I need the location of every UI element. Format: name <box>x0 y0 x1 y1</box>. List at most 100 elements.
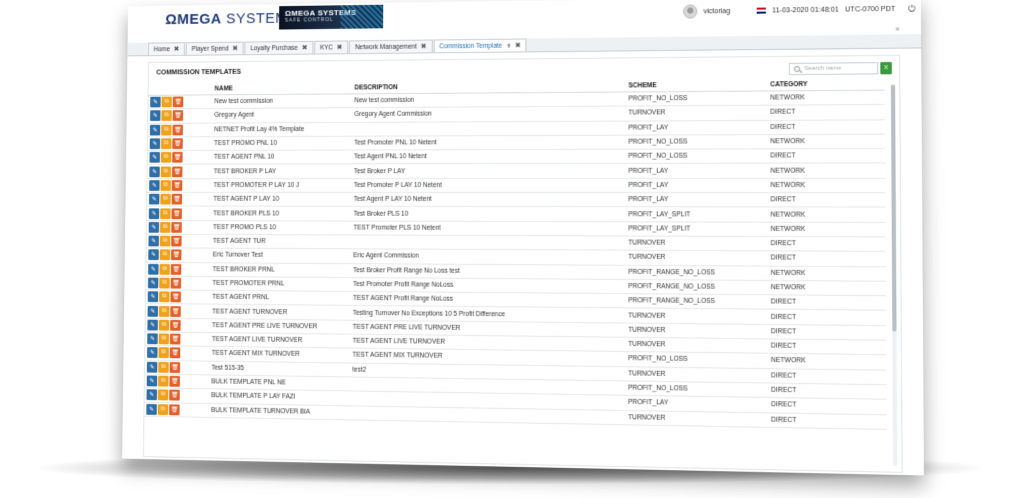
tab-loyalty-purchase[interactable]: Loyalty Purchase ✖ <box>244 40 314 55</box>
table-row[interactable]: ✎ ⧉ 🗑 TEST BROKER P LAY Test Broker P LAY PRO… <box>147 163 886 179</box>
copy-button[interactable]: ⧉ <box>159 249 171 261</box>
tab-close-icon[interactable]: ✖ <box>421 43 427 51</box>
tab-commission-template[interactable]: Commission Template ⇟ ✖ <box>433 38 527 53</box>
table-row[interactable]: ✎ ⧉ 🗑 TEST PROMOTER P LAY 10 J Test Promoter… <box>147 178 886 194</box>
column-header-scheme[interactable]: SCHEME <box>628 81 770 89</box>
delete-button[interactable]: 🗑 <box>172 152 183 163</box>
delete-button[interactable]: 🗑 <box>169 404 180 416</box>
tab-close-icon[interactable]: ✖ <box>302 44 308 52</box>
edit-button[interactable]: ✎ <box>148 249 159 261</box>
copy-button[interactable]: ⧉ <box>159 263 170 275</box>
edit-button[interactable]: ✎ <box>150 110 161 122</box>
search-box[interactable] <box>788 62 879 76</box>
edit-button[interactable]: ✎ <box>148 235 159 247</box>
copy-button[interactable]: ⧉ <box>158 347 169 359</box>
username[interactable]: victoriag <box>703 8 730 15</box>
delete-button[interactable]: 🗑 <box>169 361 181 373</box>
tab-close-icon[interactable]: ✖ <box>337 43 343 51</box>
delete-button[interactable]: 🗑 <box>169 347 181 359</box>
edit-button[interactable]: ✎ <box>148 207 160 219</box>
edit-button[interactable]: ✎ <box>146 403 157 415</box>
delete-button[interactable]: 🗑 <box>172 138 183 150</box>
delete-button[interactable]: 🗑 <box>171 221 182 233</box>
export-excel-button[interactable]: X <box>880 62 892 75</box>
copy-button[interactable]: ⧉ <box>160 138 172 150</box>
delete-button[interactable]: 🗑 <box>171 180 183 191</box>
power-icon[interactable]: ⏻ <box>908 3 916 14</box>
edit-button[interactable]: ✎ <box>146 389 158 401</box>
copy-button[interactable]: ⧉ <box>158 319 170 331</box>
delete-button[interactable]: 🗑 <box>169 375 180 387</box>
copy-button[interactable]: ⧉ <box>160 207 171 219</box>
copy-button[interactable]: ⧉ <box>159 291 170 303</box>
copy-button[interactable]: ⧉ <box>159 235 171 247</box>
column-header-name[interactable]: NAME <box>186 85 354 93</box>
delete-button[interactable]: 🗑 <box>170 305 181 317</box>
uk-flag-icon[interactable] <box>756 7 767 14</box>
delete-button[interactable]: 🗑 <box>170 291 181 303</box>
delete-button[interactable]: 🗑 <box>172 124 183 136</box>
edit-button[interactable]: ✎ <box>147 347 158 359</box>
delete-button[interactable]: 🗑 <box>170 319 181 331</box>
tab-kyc[interactable]: KYC ✖ <box>314 40 349 54</box>
column-header-category[interactable]: CATEGORY <box>770 81 874 88</box>
copy-button[interactable]: ⧉ <box>158 361 169 373</box>
copy-button[interactable]: ⧉ <box>160 193 171 205</box>
edit-button[interactable]: ✎ <box>147 333 158 345</box>
table-row[interactable]: ✎ ⧉ 🗑 TEST AGENT PNL 10 Test Agent PNL 10 Ne… <box>147 149 886 166</box>
edit-button[interactable]: ✎ <box>150 96 161 108</box>
copy-button[interactable]: ⧉ <box>158 305 170 317</box>
delete-button[interactable]: 🗑 <box>169 333 181 345</box>
tab-close-icon[interactable]: ✖ <box>515 42 521 50</box>
delete-button[interactable]: 🗑 <box>171 235 182 247</box>
edit-button[interactable]: ✎ <box>149 166 160 177</box>
copy-button[interactable]: ⧉ <box>159 277 170 289</box>
copy-button[interactable]: ⧉ <box>161 96 172 108</box>
delete-button[interactable]: 🗑 <box>171 207 182 219</box>
edit-button[interactable]: ✎ <box>149 180 160 191</box>
delete-button[interactable]: 🗑 <box>170 263 182 275</box>
copy-button[interactable]: ⧉ <box>161 110 172 122</box>
edit-button[interactable]: ✎ <box>149 124 161 136</box>
edit-button[interactable]: ✎ <box>147 305 159 317</box>
tab-network-management[interactable]: Network Management ✖ <box>349 39 433 54</box>
column-header-description[interactable]: DESCRIPTION <box>355 82 629 91</box>
pin-icon[interactable]: ⇟ <box>506 42 511 49</box>
copy-button[interactable]: ⧉ <box>159 221 171 233</box>
delete-button[interactable]: 🗑 <box>170 249 182 261</box>
avatar[interactable] <box>683 4 698 19</box>
edit-button[interactable]: ✎ <box>146 375 158 387</box>
scrollbar-thumb[interactable] <box>890 84 897 332</box>
copy-button[interactable]: ⧉ <box>157 403 169 415</box>
edit-button[interactable]: ✎ <box>149 138 161 150</box>
edit-button[interactable]: ✎ <box>147 291 159 303</box>
copy-button[interactable]: ⧉ <box>160 180 171 191</box>
tab-player-spend[interactable]: Player Spend ✖ <box>185 41 244 55</box>
edit-button[interactable]: ✎ <box>148 263 159 275</box>
copy-button[interactable]: ⧉ <box>161 124 172 136</box>
delete-button[interactable]: 🗑 <box>169 389 180 401</box>
tab-close-icon[interactable]: ✖ <box>174 45 180 53</box>
copy-button[interactable]: ⧉ <box>158 375 169 387</box>
tab-home[interactable]: Home ✖ <box>148 42 186 56</box>
edit-button[interactable]: ✎ <box>147 277 159 289</box>
edit-button[interactable]: ✎ <box>148 221 160 233</box>
table-scrollbar[interactable] <box>890 84 898 467</box>
copy-button[interactable]: ⧉ <box>160 166 172 177</box>
search-input[interactable] <box>804 65 876 72</box>
copy-button[interactable]: ⧉ <box>158 333 170 345</box>
tab-close-icon[interactable]: ✖ <box>232 45 238 53</box>
edit-button[interactable]: ✎ <box>146 361 158 373</box>
edit-button[interactable]: ✎ <box>148 193 160 205</box>
copy-button[interactable]: ⧉ <box>157 389 169 401</box>
close-all-icon[interactable]: × <box>895 24 900 33</box>
edit-button[interactable]: ✎ <box>149 152 160 164</box>
delete-button[interactable]: 🗑 <box>172 96 184 108</box>
copy-button[interactable]: ⧉ <box>160 152 172 163</box>
delete-button[interactable]: 🗑 <box>170 277 182 289</box>
delete-button[interactable]: 🗑 <box>171 166 183 177</box>
delete-button[interactable]: 🗑 <box>172 110 184 122</box>
delete-button[interactable]: 🗑 <box>171 194 183 205</box>
edit-button[interactable]: ✎ <box>147 319 158 331</box>
table-row[interactable]: ✎ ⧉ 🗑 TEST AGENT P LAY 10 Test Agent P LAY 1… <box>147 192 886 208</box>
